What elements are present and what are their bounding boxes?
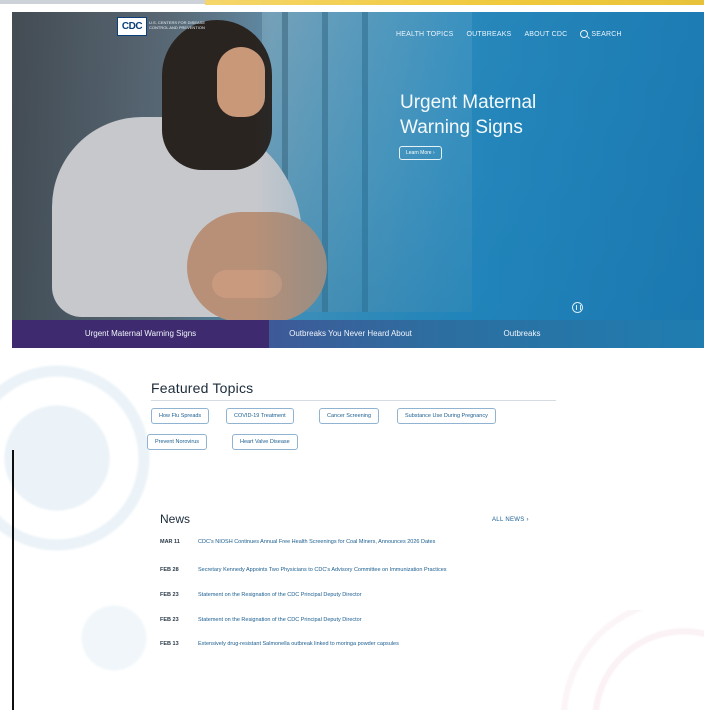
cdc-logo-subtext: U.S. CENTERS FOR DISEASE CONTROL AND PRE…: [149, 20, 206, 30]
news-item[interactable]: FEB 13 Extensively drug-resistant Salmon…: [160, 641, 399, 647]
search-icon: [580, 30, 589, 38]
news-item[interactable]: FEB 23 Statement on the Resignation of t…: [160, 617, 362, 623]
hero-tint: [12, 12, 704, 320]
nav-search[interactable]: SEARCH: [580, 30, 622, 38]
news-date: FEB 13: [160, 641, 179, 647]
hero-title: Urgent Maternal Warning Signs: [400, 92, 537, 138]
news-date: FEB 28: [160, 567, 179, 573]
topic-chip-how-flu-spreads[interactable]: How Flu Spreads: [151, 408, 210, 424]
nav-about-cdc[interactable]: ABOUT CDC: [524, 30, 567, 38]
tab-urgent-maternal[interactable]: Urgent Maternal Warning Signs: [12, 320, 269, 348]
pause-icon[interactable]: [572, 302, 583, 313]
background-swirl: [0, 350, 190, 710]
topic-chip-cancer-screening[interactable]: Cancer Screening: [319, 408, 380, 424]
news-item[interactable]: MAR 11 CDC's NIOSH Continues Annual Free…: [160, 539, 435, 545]
tab-outbreaks-never-heard[interactable]: Outbreaks You Never Heard About: [269, 320, 432, 348]
carousel-tabs: Urgent Maternal Warning Signs Outbreaks …: [12, 320, 704, 348]
nav-health-topics[interactable]: HEALTH TOPICS: [396, 30, 453, 38]
nav-search-label: SEARCH: [591, 30, 622, 38]
news-date: FEB 23: [160, 617, 179, 623]
nav-outbreaks[interactable]: OUTBREAKS: [466, 30, 511, 38]
featured-topics-divider: [151, 400, 556, 401]
news-date: MAR 11: [160, 539, 180, 545]
learn-more-button[interactable]: Learn More ›: [399, 146, 442, 160]
news-headline[interactable]: Secretary Kennedy Appoints Two Physician…: [198, 567, 447, 573]
browser-tab-strip: [0, 0, 205, 4]
news-headline[interactable]: Extensively drug-resistant Salmonella ou…: [198, 641, 399, 647]
topic-chip-substance-use[interactable]: Substance Use During Pregnancy: [397, 408, 496, 424]
news-headline[interactable]: CDC's NIOSH Continues Annual Free Health…: [198, 539, 435, 545]
topic-chip-covid-treatment[interactable]: COVID-19 Treatment: [226, 408, 294, 424]
news-headline[interactable]: Statement on the Resignation of the CDC …: [198, 592, 362, 598]
featured-topics-title: Featured Topics: [151, 380, 254, 396]
news-date: FEB 23: [160, 592, 179, 598]
news-item[interactable]: FEB 28 Secretary Kennedy Appoints Two Ph…: [160, 567, 447, 573]
main-nav: HEALTH TOPICS OUTBREAKS ABOUT CDC SEARCH: [396, 30, 622, 38]
tab-outbreaks[interactable]: Outbreaks: [432, 320, 612, 348]
hero-banner: [12, 12, 704, 320]
background-swirl-right: [504, 610, 704, 710]
top-strip: [0, 0, 704, 12]
topic-chip-heart-valve[interactable]: Heart Valve Disease: [232, 434, 298, 450]
top-banner-strip: [205, 0, 704, 5]
topic-chip-prevent-norovirus[interactable]: Prevent Norovirus: [147, 434, 208, 450]
news-title: News: [160, 512, 191, 526]
left-edge-bar: [12, 450, 14, 710]
cdc-logo[interactable]: CDC: [117, 17, 147, 36]
news-headline[interactable]: Statement on the Resignation of the CDC …: [198, 617, 362, 623]
all-news-link[interactable]: ALL NEWS ›: [492, 517, 529, 523]
news-item[interactable]: FEB 23 Statement on the Resignation of t…: [160, 592, 362, 598]
